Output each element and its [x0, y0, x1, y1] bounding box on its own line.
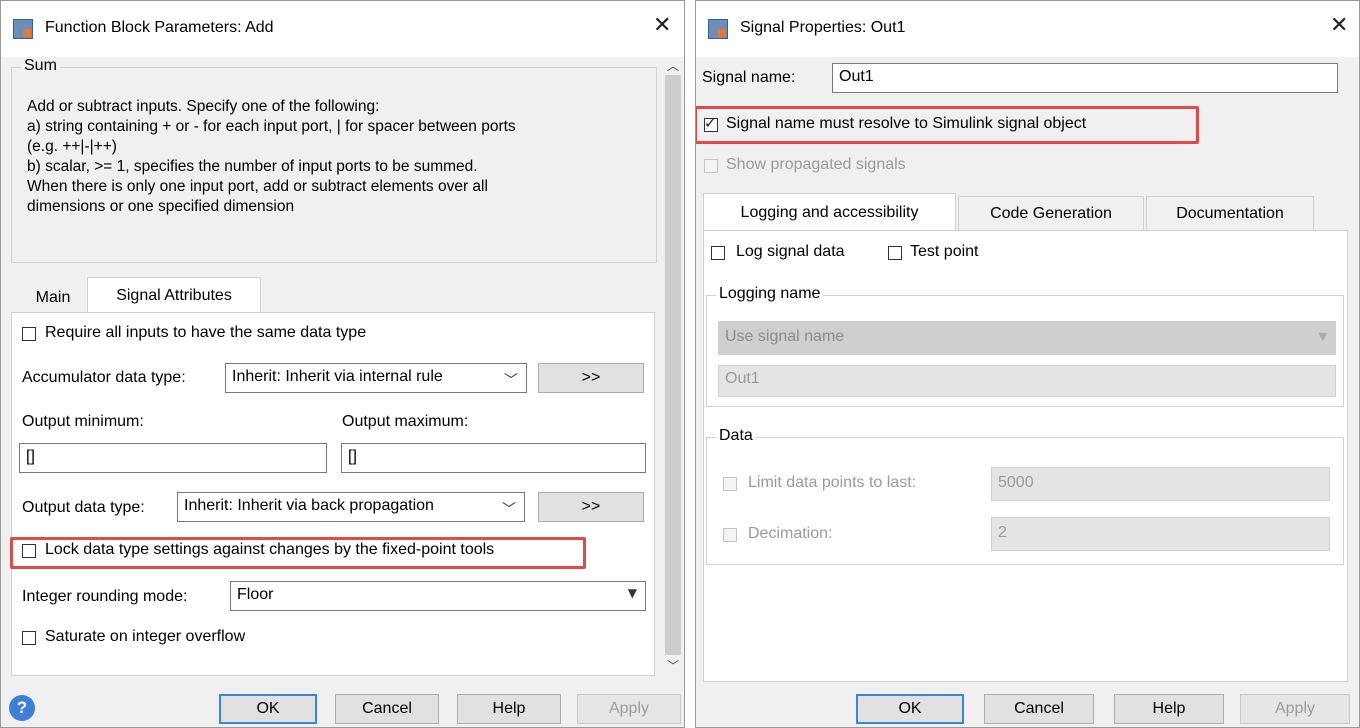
limit-data-input[interactable]: 5000: [991, 467, 1330, 501]
resolve-signal-checkbox[interactable]: ✓: [704, 114, 718, 132]
test-point-label: Test point: [910, 243, 979, 260]
lock-settings-checkbox[interactable]: [22, 544, 36, 558]
chevron-down-icon: ﹀: [502, 502, 516, 518]
ok-button[interactable]: OK: [219, 694, 317, 724]
dropdown-arrow-icon: ▼: [627, 586, 637, 600]
simulink-app-icon: [13, 19, 33, 39]
tab-logging-accessibility[interactable]: Logging and accessibility: [703, 193, 956, 231]
output-type-assistant-button[interactable]: >>: [538, 492, 644, 522]
logging-name-input[interactable]: Out1: [718, 365, 1336, 397]
block-description: Add or subtract inputs. Specify one of t…: [27, 98, 516, 215]
cancel-button[interactable]: Cancel: [335, 694, 439, 724]
title-bar[interactable]: Function Block Parameters: Add ✕: [1, 1, 684, 57]
apply-button[interactable]: Apply: [577, 694, 681, 724]
signal-name-label: Signal name:: [702, 69, 796, 86]
tab-code-generation[interactable]: Code Generation: [958, 196, 1144, 230]
limit-data-label: Limit data points to last:: [748, 474, 917, 491]
close-icon[interactable]: ✕: [653, 13, 671, 38]
output-max-input[interactable]: []: [341, 443, 646, 473]
group-title: Sum: [21, 57, 60, 75]
cancel-button[interactable]: Cancel: [984, 694, 1094, 724]
help-button[interactable]: Help: [1114, 694, 1224, 724]
decimation-checkbox[interactable]: [723, 528, 737, 542]
scroll-thumb[interactable]: [665, 75, 681, 655]
accumulator-assistant-button[interactable]: >>: [538, 363, 644, 393]
ok-button[interactable]: OK: [856, 694, 964, 724]
log-signal-checkbox[interactable]: [711, 246, 725, 260]
resolve-signal-label: Signal name must resolve to Simulink sig…: [726, 115, 1087, 132]
saturate-checkbox[interactable]: [22, 631, 36, 645]
scroll-up-icon[interactable]: ︿: [667, 57, 679, 74]
function-block-parameters-dialog: Function Block Parameters: Add ✕ Sum Add…: [0, 0, 685, 728]
accumulator-label: Accumulator data type:: [22, 369, 186, 386]
output-type-select[interactable]: Inherit: Inherit via back propagation ﹀: [177, 492, 525, 522]
logging-name-select[interactable]: Use signal name ▼: [718, 321, 1336, 355]
scrollbar[interactable]: ︿ ﹀: [663, 57, 683, 677]
help-button[interactable]: Help: [457, 694, 561, 724]
log-signal-label: Log signal data: [736, 243, 845, 260]
chevron-down-icon: ﹀: [504, 373, 518, 389]
group-title: Data: [716, 427, 756, 445]
dialog-title: Function Block Parameters: Add: [45, 19, 274, 36]
test-point-checkbox[interactable]: [888, 246, 902, 260]
signal-name-input[interactable]: Out1: [832, 63, 1338, 93]
tab-main[interactable]: Main: [23, 289, 83, 307]
output-max-label: Output maximum:: [342, 413, 469, 430]
rounding-mode-label: Integer rounding mode:: [22, 588, 188, 605]
accumulator-select[interactable]: Inherit: Inherit via internal rule ﹀: [225, 363, 527, 393]
scroll-down-icon[interactable]: ﹀: [667, 657, 679, 674]
output-min-input[interactable]: []: [19, 443, 327, 473]
dropdown-arrow-icon: ▼: [1318, 330, 1327, 343]
rounding-mode-select[interactable]: Floor ▼: [230, 581, 646, 611]
limit-data-checkbox[interactable]: [723, 477, 737, 491]
apply-button[interactable]: Apply: [1240, 694, 1350, 724]
decimation-label: Decimation:: [748, 525, 833, 542]
require-same-type-checkbox[interactable]: [22, 327, 36, 341]
output-min-label: Output minimum:: [22, 413, 144, 430]
decimation-input[interactable]: 2: [991, 517, 1330, 551]
help-circle-icon[interactable]: ?: [9, 695, 35, 721]
tab-signal-attributes[interactable]: Signal Attributes: [87, 277, 261, 313]
show-propagated-label: Show propagated signals: [726, 156, 906, 173]
dialog-title: Signal Properties: Out1: [740, 19, 906, 36]
simulink-app-icon: [708, 19, 728, 39]
show-propagated-checkbox[interactable]: [704, 159, 718, 173]
saturate-label: Saturate on integer overflow: [45, 628, 246, 645]
group-title: Logging name: [716, 285, 824, 303]
output-type-label: Output data type:: [22, 499, 145, 516]
signal-properties-dialog: Signal Properties: Out1 ✕ Signal name: O…: [695, 0, 1360, 728]
close-icon[interactable]: ✕: [1330, 13, 1348, 38]
tab-documentation[interactable]: Documentation: [1146, 196, 1314, 230]
require-same-type-label: Require all inputs to have the same data…: [45, 324, 367, 341]
lock-settings-label: Lock data type settings against changes …: [45, 541, 495, 558]
title-bar[interactable]: Signal Properties: Out1 ✕: [696, 1, 1359, 57]
